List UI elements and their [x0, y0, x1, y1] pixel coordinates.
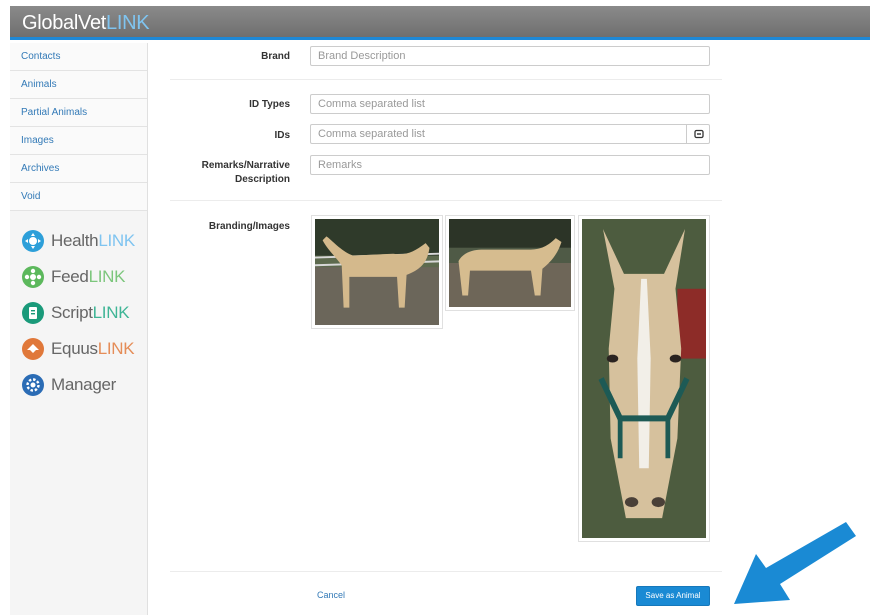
app-suffix: LINK [98, 231, 135, 250]
save-as-animal-button[interactable]: Save as Animal [636, 586, 710, 606]
remarks-label: Remarks/Narrative [201, 160, 290, 171]
animal-form: Brand ID Types IDs Remarks/Narrative Des… [170, 43, 722, 615]
feed-icon [22, 266, 44, 288]
app-name: Feed [51, 267, 89, 286]
cancel-button[interactable]: Cancel [317, 590, 345, 600]
sidebar: Contacts Animals Partial Animals Images … [10, 43, 148, 615]
sidebar-item-partial-animals[interactable]: Partial Animals [10, 99, 147, 127]
sidebar-item-animals[interactable]: Animals [10, 71, 147, 99]
divider [170, 571, 722, 572]
app-suffix: LINK [92, 303, 130, 322]
app-name: Manager [51, 375, 116, 394]
script-icon [22, 302, 44, 324]
horse-photo-2 [449, 219, 571, 307]
app-name: Health [51, 231, 99, 250]
logo-accent-text: LINK [106, 12, 150, 34]
horse-photo-1 [315, 219, 439, 325]
app-link-manager[interactable]: Manager [10, 367, 147, 403]
app-logo[interactable]: GlobalVetLINK [22, 12, 150, 35]
horse-photo-3 [582, 219, 706, 538]
horse-photo-thumbnail[interactable] [578, 215, 710, 542]
brand-label: Brand [261, 51, 290, 62]
gear-icon [22, 374, 44, 396]
app-suffix: LINK [97, 339, 135, 358]
ids-field[interactable] [310, 124, 710, 144]
equus-icon [22, 338, 44, 360]
app-name: Script [51, 303, 93, 322]
app-link-feedlink[interactable]: Feed LINK [10, 259, 147, 295]
id-types-field[interactable] [310, 94, 710, 114]
ids-addon-button[interactable] [686, 124, 710, 144]
app-link-scriptlink[interactable]: Script LINK [10, 295, 147, 331]
sidebar-item-images[interactable]: Images [10, 127, 147, 155]
barcode-icon [693, 129, 704, 139]
health-icon [22, 230, 44, 252]
ids-label: IDs [274, 130, 290, 141]
remarks-label-line2: Description [234, 174, 290, 185]
app-links: Health LINK Feed LINK Script LINK Equus … [10, 211, 147, 403]
app-suffix: LINK [88, 267, 126, 286]
images-label: Branding/Images [208, 221, 290, 232]
id-types-label: ID Types [249, 99, 290, 110]
horse-photo-thumbnail[interactable] [445, 215, 575, 311]
app-link-equuslink[interactable]: Equus LINK [10, 331, 147, 367]
divider [170, 200, 722, 201]
divider [170, 79, 722, 80]
top-bar: GlobalVetLINK [10, 6, 870, 40]
sidebar-item-void[interactable]: Void [10, 183, 147, 211]
horse-photo-thumbnail[interactable] [311, 215, 443, 329]
sidebar-item-archives[interactable]: Archives [10, 155, 147, 183]
sidebar-item-contacts[interactable]: Contacts [10, 43, 147, 71]
annotation-arrow-icon [734, 522, 856, 604]
page: GlobalVetLINK Contacts Animals Partial A… [0, 0, 870, 615]
remarks-field[interactable] [310, 155, 710, 175]
app-link-healthlink[interactable]: Health LINK [10, 223, 147, 259]
logo-text: GlobalVet [22, 12, 107, 34]
brand-field[interactable] [310, 46, 710, 66]
app-name: Equus [51, 339, 98, 358]
